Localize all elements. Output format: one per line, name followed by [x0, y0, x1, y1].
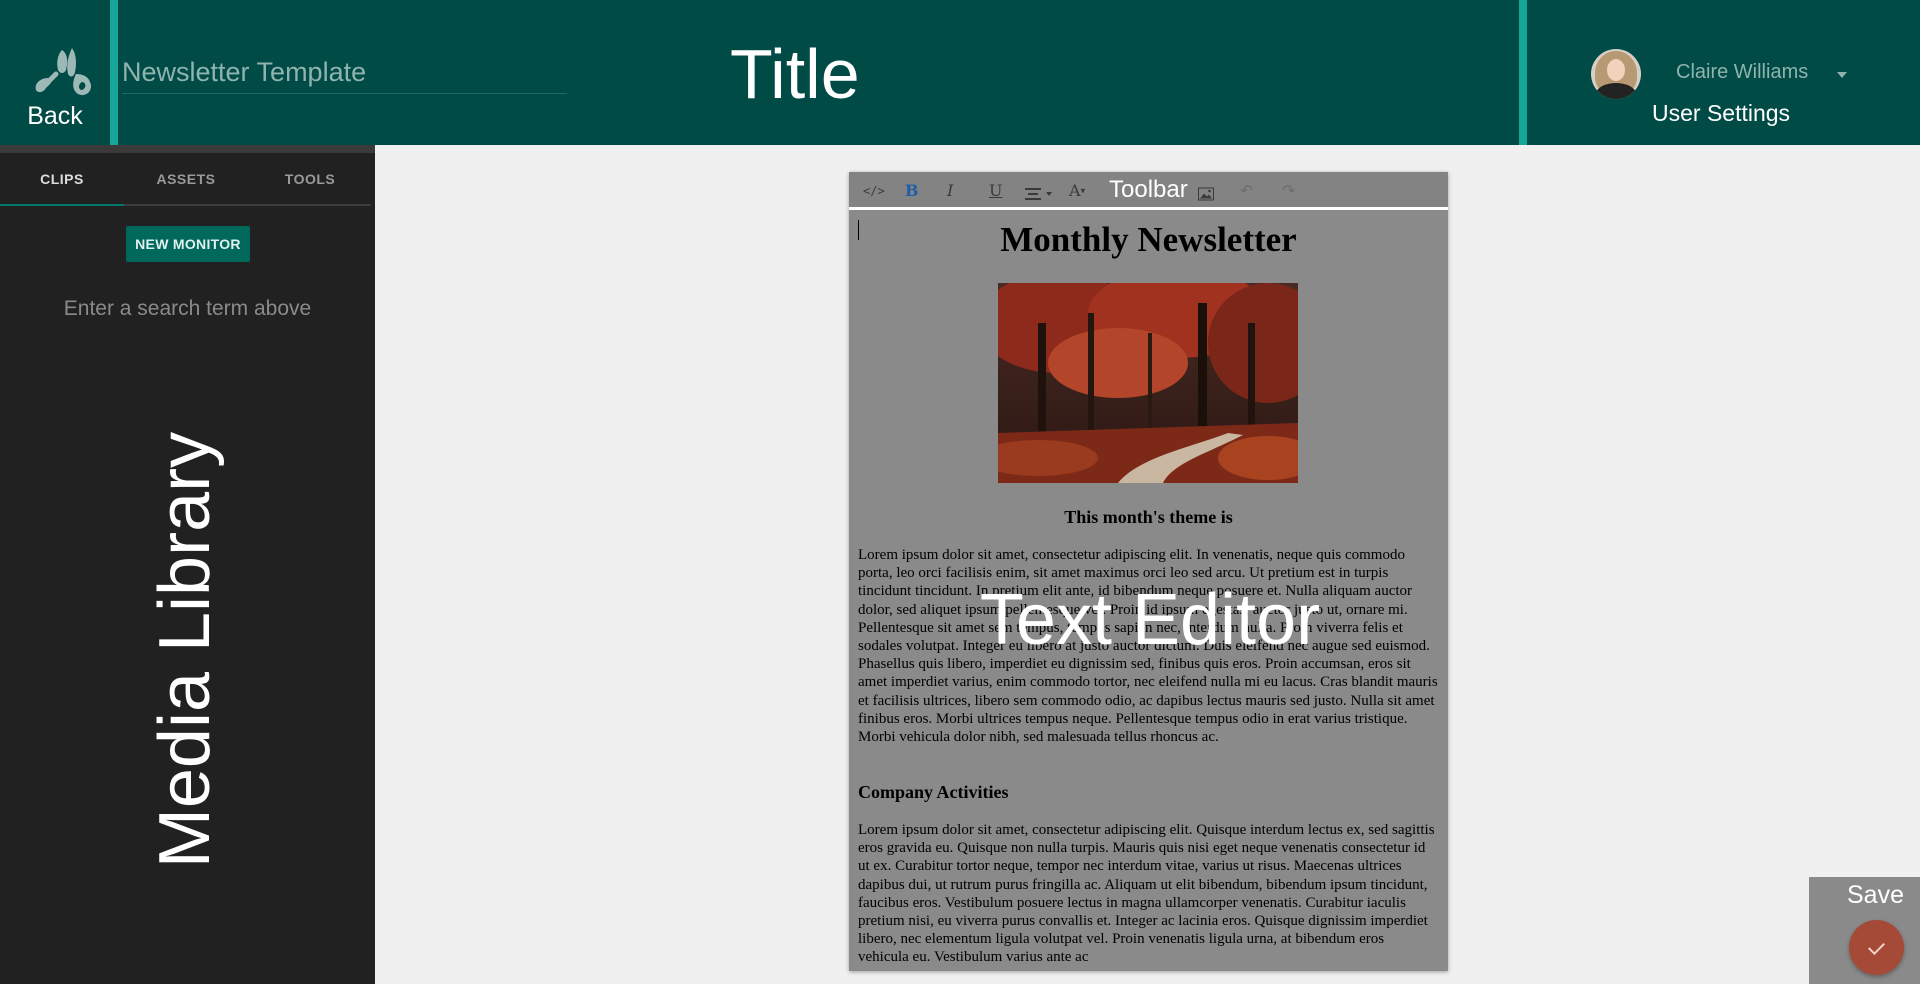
back-label: Back: [27, 102, 83, 130]
underline-icon[interactable]: U: [989, 181, 1002, 201]
media-library-overlay-label: Media Library: [145, 431, 225, 869]
check-icon: [1868, 938, 1885, 955]
company-paragraph: Lorem ipsum dolor sit amet, consectetur …: [858, 822, 1435, 966]
save-panel: Save: [1809, 877, 1920, 984]
code-icon[interactable]: </>: [863, 181, 885, 201]
tab-tools[interactable]: TOOLS: [248, 171, 372, 187]
chevron-down-icon[interactable]: [1837, 72, 1847, 78]
italic-icon[interactable]: I: [947, 181, 953, 201]
user-settings-label[interactable]: User Settings: [1652, 100, 1790, 127]
bold-icon[interactable]: B: [905, 181, 919, 201]
theme-line: This month's theme is: [1064, 507, 1233, 527]
document-title-input[interactable]: [122, 52, 567, 94]
title-overlay-label: Title: [730, 35, 860, 113]
toolbar-overlay-label: Toolbar: [1109, 176, 1188, 203]
redo-icon[interactable]: ↷: [1282, 181, 1295, 201]
align-icon[interactable]: [1025, 184, 1055, 204]
save-button[interactable]: [1849, 920, 1904, 975]
text-editor-overlay-label: Text Editor: [979, 580, 1321, 660]
save-label: Save: [1847, 881, 1904, 909]
user-name[interactable]: Claire Williams: [1676, 61, 1808, 84]
undo-icon[interactable]: ↶: [1240, 181, 1253, 201]
tab-active-indicator: [0, 204, 124, 206]
text-editor[interactable]: </> B I U A▾ Toolbar ↶ ↷ Monthly Newslet…: [849, 172, 1448, 971]
sidebar-tabs: CLIPS ASSETS TOOLS: [0, 153, 371, 206]
editor-toolbar: </> B I U A▾ Toolbar ↶ ↷: [849, 172, 1448, 210]
back-button[interactable]: Back: [0, 0, 110, 145]
tab-assets[interactable]: ASSETS: [124, 171, 248, 187]
search-hint: Enter a search term above: [63, 297, 312, 320]
app-header: Back Title Claire Williams User Settings: [0, 0, 1920, 145]
media-library-sidebar: CLIPS ASSETS TOOLS NEW MONITOR Enter a s…: [0, 145, 375, 984]
image-icon[interactable]: [1198, 184, 1214, 204]
autumn-forest-image[interactable]: [998, 283, 1298, 483]
new-monitor-button[interactable]: NEW MONITOR: [126, 226, 250, 262]
avatar[interactable]: [1591, 49, 1641, 99]
tab-clips[interactable]: CLIPS: [0, 171, 124, 187]
header-divider-right: [1519, 0, 1527, 145]
brush-logo-icon: [35, 48, 92, 96]
sidebar-top-border: [0, 145, 375, 153]
font-color-icon[interactable]: A▾: [1069, 181, 1085, 201]
header-divider: [110, 0, 118, 145]
font-glyph: A: [1069, 181, 1081, 200]
newsletter-heading: Monthly Newsletter: [1000, 220, 1297, 259]
company-activities-heading: Company Activities: [858, 782, 1009, 802]
